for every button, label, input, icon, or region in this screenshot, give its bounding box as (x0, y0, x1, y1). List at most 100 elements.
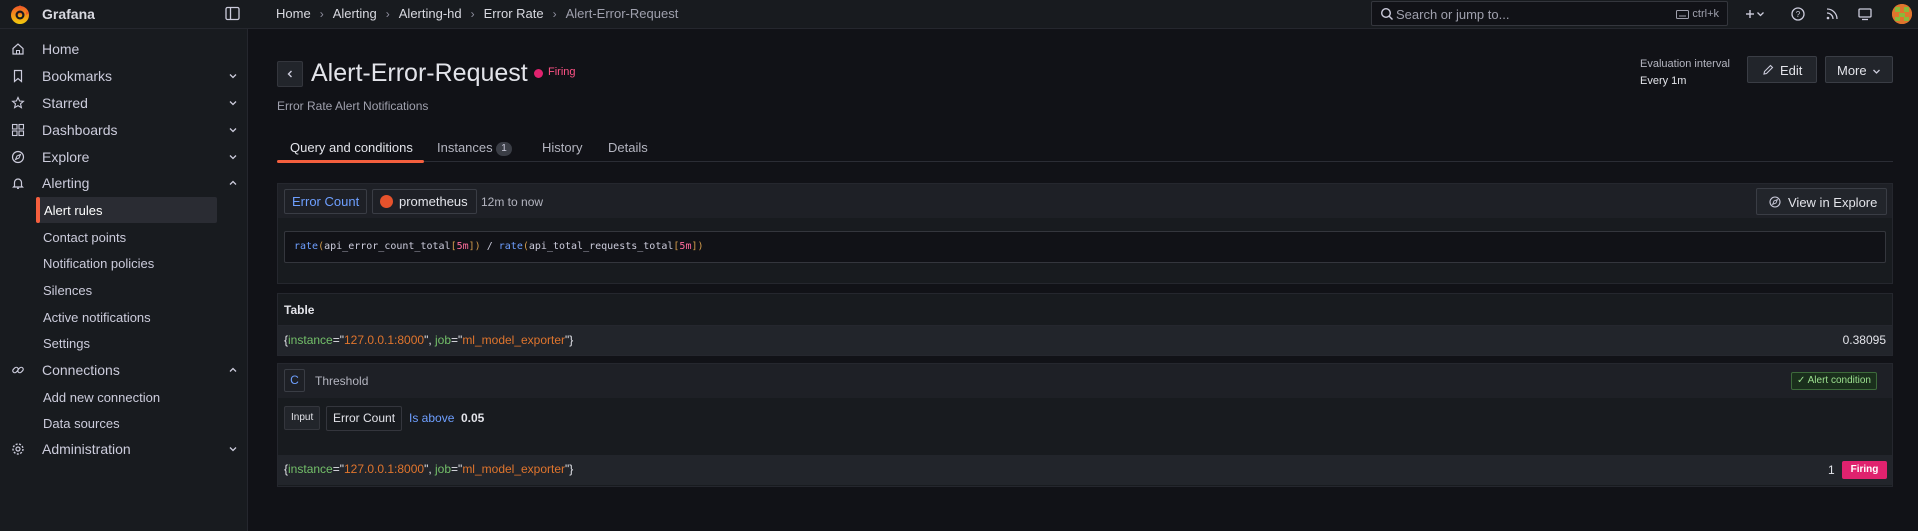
sidebar-item-home[interactable]: Home (0, 37, 248, 61)
datasource-name: prometheus (399, 194, 468, 209)
table-header: Table (278, 294, 1892, 326)
datasource-chip[interactable]: prometheus (372, 189, 477, 214)
sidebar-item-connections[interactable]: Connections (0, 358, 248, 382)
user-avatar[interactable] (1892, 4, 1912, 24)
chevron-down-icon (1873, 69, 1880, 74)
search-input[interactable]: Search or jump to... ctrl+k (1371, 1, 1728, 26)
prometheus-icon (380, 195, 393, 208)
rss-news-icon[interactable] (1824, 6, 1840, 22)
tab-query-and-conditions[interactable]: Query and conditions (277, 133, 424, 163)
threshold-expression-panel: C Threshold ✓ Alert condition Input Erro… (277, 363, 1893, 487)
main-content: Alert-Error-Request Firing Error Rate Al… (249, 29, 1918, 531)
sidebar-subitem-label: Settings (43, 336, 90, 351)
compass-icon (1769, 196, 1781, 208)
sidebar-item-label: Alerting (42, 175, 90, 191)
back-button[interactable] (277, 61, 303, 87)
tab-instances[interactable]: Instances 1 (437, 133, 517, 162)
sidebar-subitem-label: Data sources (43, 416, 120, 431)
instances-count-badge: 1 (496, 142, 512, 156)
firing-status-badge: Firing (1842, 461, 1887, 479)
tab-label: History (542, 140, 583, 155)
view-in-explore-label: View in Explore (1788, 195, 1878, 210)
sidebar-item-add-new-connection[interactable]: Add new connection (36, 384, 217, 410)
chevron-down-icon[interactable] (1756, 6, 1765, 22)
breadcrumb-folder[interactable]: Alerting-hd (399, 6, 462, 21)
chevron-down-icon[interactable] (228, 98, 238, 108)
chevron-down-icon[interactable] (228, 444, 238, 454)
sidebar-subitem-label: Silences (43, 283, 93, 298)
sidebar-item-administration[interactable]: Administration (0, 437, 248, 461)
tab-details[interactable]: Details (608, 133, 658, 162)
sidebar-item-bookmarks[interactable]: Bookmarks (0, 64, 248, 88)
chevron-left-icon (287, 70, 292, 78)
condition-value[interactable]: 0.05 (461, 411, 484, 425)
edit-button[interactable]: Edit (1747, 56, 1817, 83)
breadcrumb-alerting[interactable]: Alerting (333, 6, 377, 21)
query-header: Error Count prometheus 12m to now View i… (278, 184, 1892, 218)
more-button-label: More (1837, 63, 1867, 78)
keyboard-shortcut: ctrl+k (1676, 8, 1719, 20)
breadcrumb-home[interactable]: Home (276, 6, 311, 21)
pen-icon (1763, 64, 1774, 75)
sidebar-item-notification-policies[interactable]: Notification policies (36, 250, 217, 276)
sidebar-item-label: Explore (42, 149, 90, 165)
sidebar-item-alert-rules[interactable]: Alert rules (36, 197, 217, 223)
tab-label: Instances (437, 140, 493, 155)
threshold-type: Threshold (315, 374, 369, 388)
threshold-result-value: 1 (1828, 463, 1835, 477)
sidebar-item-alerting[interactable]: Alerting (0, 171, 248, 195)
shortcut-label: ctrl+k (1692, 8, 1719, 20)
query-ref-id[interactable]: Error Count (284, 189, 368, 214)
kiosk-mode-icon[interactable] (1857, 6, 1873, 22)
chevron-down-icon[interactable] (228, 125, 238, 135)
tab-history[interactable]: History (542, 133, 592, 162)
sidebar-item-label: Home (42, 41, 80, 57)
breadcrumb: Home › Alerting › Alerting-hd › Error Ra… (276, 6, 678, 21)
tab-label: Query and conditions (290, 140, 413, 155)
query-expression[interactable]: rate(api_error_count_total[5m]) / rate(a… (284, 231, 1886, 263)
help-icon[interactable]: ? (1790, 6, 1806, 22)
threshold-ref-id[interactable]: C (284, 369, 305, 392)
breadcrumb-separator-icon: › (319, 6, 324, 21)
tab-bar: Query and conditions Instances 1 History… (277, 133, 1893, 163)
input-select[interactable]: Error Count (326, 406, 403, 431)
sidebar-item-contact-points[interactable]: Contact points (36, 224, 217, 250)
sidebar-item-label: Dashboards (42, 122, 118, 138)
table-row: {instance="127.0.0.1:8000", job="ml_mode… (278, 326, 1892, 355)
sidebar-item-dashboards[interactable]: Dashboards (0, 118, 248, 142)
view-in-explore-button[interactable]: View in Explore (1756, 188, 1887, 215)
input-label: Input (284, 406, 321, 430)
dock-menu-icon[interactable] (225, 6, 240, 21)
sidebar-subitem-label: Active notifications (43, 310, 151, 325)
chevron-down-icon[interactable] (228, 152, 238, 162)
breadcrumb-group[interactable]: Error Rate (484, 6, 544, 21)
sidebar-nav: Home Bookmarks Starred Dashboards Explor… (0, 29, 248, 531)
cog-icon (12, 443, 24, 455)
sidebar-item-explore[interactable]: Explore (0, 145, 248, 169)
breadcrumb-separator-icon: › (552, 6, 557, 21)
rule-state-label: Firing (548, 66, 576, 78)
more-button[interactable]: More (1825, 56, 1893, 83)
firing-state-dot-icon (534, 69, 543, 78)
chevron-down-icon[interactable] (228, 71, 238, 81)
sidebar-item-label: Administration (42, 441, 131, 457)
sidebar-item-active-notifications[interactable]: Active notifications (36, 304, 217, 330)
grafana-logo-icon[interactable] (9, 4, 31, 26)
breadcrumb-current: Alert-Error-Request (565, 6, 679, 21)
chevron-up-icon[interactable] (228, 365, 238, 375)
evaluation-interval-label: Evaluation interval (1640, 58, 1730, 70)
query-panel: Error Count prometheus 12m to now View i… (277, 183, 1893, 284)
sidebar-item-silences[interactable]: Silences (36, 277, 217, 303)
avatar-icon (1892, 4, 1912, 24)
sidebar-item-settings[interactable]: Settings (36, 330, 217, 356)
sidebar-item-data-sources[interactable]: Data sources (36, 410, 217, 436)
chevron-up-icon[interactable] (228, 178, 238, 188)
sidebar-item-starred[interactable]: Starred (0, 91, 248, 115)
tab-label: Details (608, 140, 648, 155)
evaluation-interval-value: Every 1m (1640, 75, 1687, 87)
top-bar: Grafana Home › Alerting › Alerting-hd › … (0, 0, 1918, 29)
series-labels: {instance="127.0.0.1:8000", job="ml_mode… (284, 462, 574, 476)
condition-operator[interactable]: Is above (409, 411, 454, 425)
table-title: Table (284, 303, 315, 317)
series-value: 0.38095 (1842, 333, 1886, 347)
